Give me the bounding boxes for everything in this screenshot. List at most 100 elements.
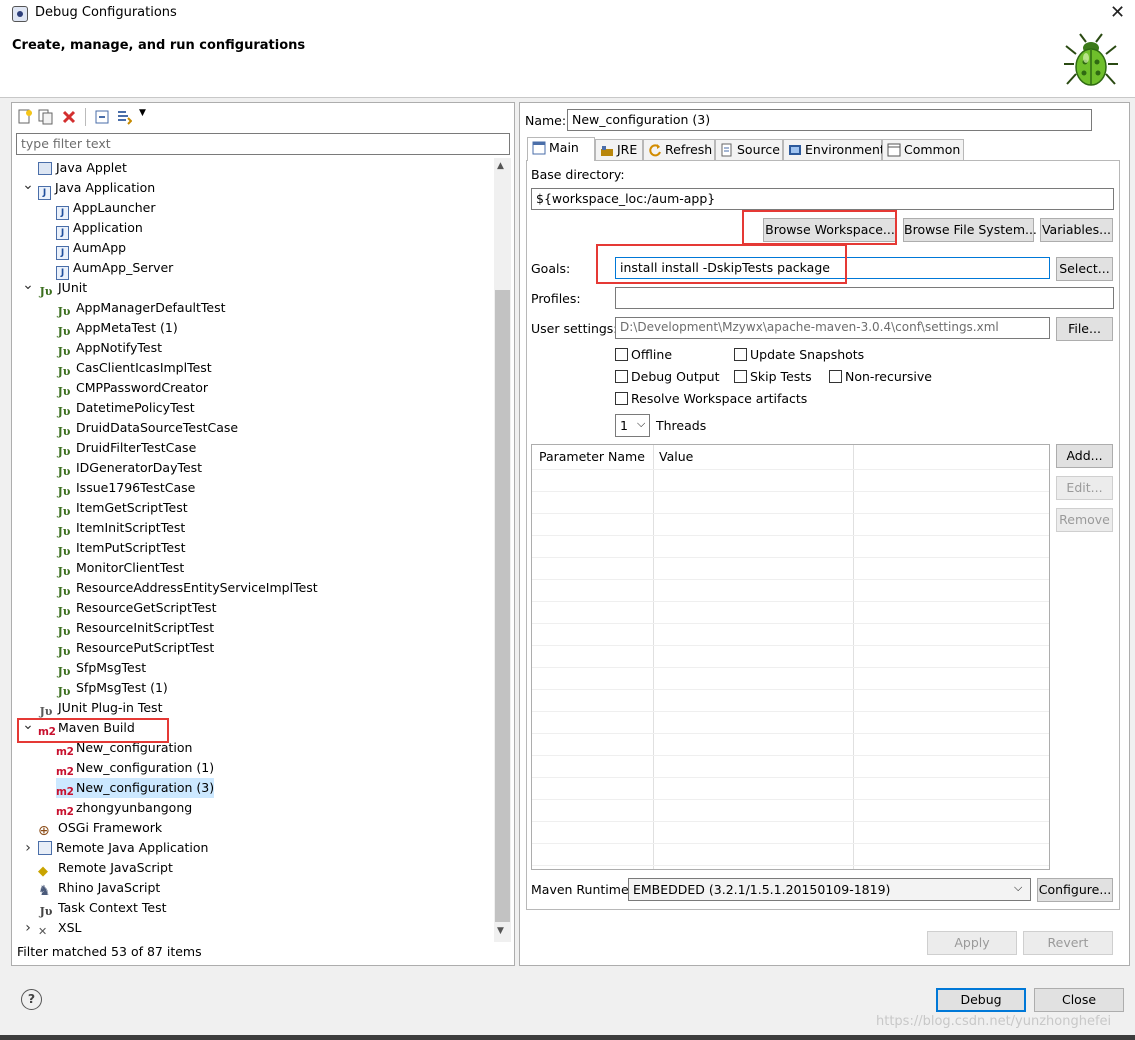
tab-source[interactable]: Source — [715, 139, 783, 160]
tree-item-label: MonitorClientTest — [76, 560, 185, 575]
collapse-chevron-icon[interactable]: › — [22, 838, 34, 858]
tree-item[interactable]: Jυ AppMetaTest (1) — [56, 318, 178, 338]
tree-item[interactable]: ⊕ OSGi Framework — [38, 818, 162, 839]
tree-item[interactable]: Jυ DruidFilterTestCase — [56, 438, 197, 458]
base-directory-field[interactable]: ${workspace_loc:/aum-app} — [531, 188, 1114, 210]
table-row-line — [532, 645, 1049, 646]
help-icon[interactable]: ? — [21, 989, 42, 1010]
tree-item[interactable]: Jυ CMPPasswordCreator — [56, 378, 209, 398]
param-header-value[interactable]: Value — [659, 449, 693, 464]
tree-item[interactable]: ◆ Remote JavaScript — [38, 858, 173, 879]
tree-item[interactable]: ⌄ Jυ JUnit — [22, 278, 87, 298]
tree-item[interactable]: Jυ SfpMsgTest (1) — [56, 678, 168, 698]
tree-item[interactable]: m2 zhongyunbangong — [56, 798, 192, 818]
goals-select-button[interactable]: Select... — [1056, 257, 1113, 281]
scroll-down-icon[interactable]: ▼ — [497, 926, 504, 936]
tree-item[interactable]: J AumApp_Server — [56, 258, 173, 280]
profiles-field[interactable] — [615, 287, 1114, 309]
edit-parameter-button[interactable]: Edit... — [1056, 476, 1113, 500]
tab-refresh[interactable]: Refresh — [643, 139, 715, 160]
user-settings-field[interactable]: D:\Development\Mzywx\apache-maven-3.0.4\… — [615, 317, 1050, 339]
collapse-all-icon[interactable] — [94, 109, 110, 125]
window-close-icon[interactable]: ✕ — [1110, 2, 1125, 23]
tree-item[interactable]: Jυ Task Context Test — [38, 898, 167, 918]
tab-environment[interactable]: Environment — [783, 139, 885, 160]
tree-item[interactable]: Jυ ItemInitScriptTest — [56, 518, 186, 538]
expand-chevron-icon[interactable]: ⌄ — [22, 718, 34, 732]
tree-item[interactable]: › ✕ XSL — [25, 918, 81, 938]
filter-dropdown-icon[interactable]: ▼ — [139, 108, 146, 118]
tree-item[interactable]: ♞ Rhino JavaScript — [38, 878, 160, 899]
tree-item[interactable]: Jυ Issue1796TestCase — [56, 478, 196, 498]
param-header-name[interactable]: Parameter Name — [539, 449, 645, 464]
tree-item[interactable]: Jυ ResourceAddressEntityServiceImplTest — [56, 578, 318, 598]
tree-item[interactable]: m2 New_configuration (3) — [56, 778, 215, 798]
new-config-icon[interactable] — [17, 109, 33, 125]
tab-jre[interactable]: JRE — [595, 139, 643, 160]
tree-scrollbar[interactable]: ▲ ▼ — [494, 158, 511, 942]
tree-item[interactable]: Jυ DruidDataSourceTestCase — [56, 418, 239, 438]
scrollbar-thumb[interactable] — [495, 290, 510, 922]
tree-item[interactable]: Jυ JUnit Plug-in Test — [38, 698, 163, 718]
tree-item[interactable]: J Application — [56, 218, 143, 240]
goals-field[interactable]: install install -DskipTests package — [615, 257, 1050, 279]
toolbar-separator — [85, 108, 86, 126]
tree-item[interactable]: Jυ IDGeneratorDayTest — [56, 458, 203, 478]
tree-item[interactable]: Jυ DatetimePolicyTest — [56, 398, 195, 418]
tab-common[interactable]: Common — [882, 139, 964, 160]
collapse-chevron-icon[interactable]: › — [22, 918, 34, 938]
parameter-table[interactable]: Parameter Name Value — [531, 444, 1050, 870]
variables-button[interactable]: Variables... — [1040, 218, 1113, 242]
debug-button[interactable]: Debug — [936, 988, 1026, 1012]
tree-item[interactable]: Jυ AppManagerDefaultTest — [56, 298, 226, 318]
tree-item[interactable]: ⌄ J Java Application — [22, 178, 155, 200]
apply-button[interactable]: Apply — [927, 931, 1017, 955]
tree-item[interactable]: Java Applet — [38, 158, 127, 178]
tree-item[interactable]: Jυ SfpMsgTest — [56, 658, 147, 678]
maven-runtime-select[interactable]: EMBEDDED (3.2.1/1.5.1.20150109-1819) ⌵ — [628, 878, 1031, 901]
tree-item[interactable]: Jυ AppNotifyTest — [56, 338, 162, 358]
add-parameter-button[interactable]: Add... — [1056, 444, 1113, 468]
expand-chevron-icon[interactable]: ⌄ — [22, 178, 34, 192]
non-recursive-checkbox[interactable]: Non-recursive — [829, 369, 932, 385]
tree-item[interactable]: ⌄ m2 Maven Build — [22, 718, 135, 738]
remove-parameter-button[interactable]: Remove — [1056, 508, 1113, 532]
expand-chevron-icon[interactable]: ⌄ — [22, 278, 34, 292]
filter-input[interactable]: type filter text — [16, 133, 510, 155]
delete-config-icon[interactable] — [61, 109, 77, 125]
close-button[interactable]: Close — [1034, 988, 1124, 1012]
scroll-up-icon[interactable]: ▲ — [497, 161, 504, 171]
tree-item[interactable]: Jυ MonitorClientTest — [56, 558, 185, 578]
revert-button[interactable]: Revert — [1023, 931, 1113, 955]
browse-file-system-button[interactable]: Browse File System... — [903, 218, 1037, 242]
tree-item[interactable]: m2 New_configuration (1) — [56, 758, 214, 778]
tree-item[interactable]: J AppLauncher — [56, 198, 156, 220]
configure-runtime-button[interactable]: Configure... — [1037, 878, 1113, 902]
name-field[interactable]: New_configuration (3) — [567, 109, 1092, 131]
tree-item[interactable]: Jυ CasClientIcasImplTest — [56, 358, 212, 378]
duplicate-config-icon[interactable] — [38, 109, 54, 125]
tree-item[interactable]: › Remote Java Application — [25, 838, 208, 858]
tree-item-label: DruidDataSourceTestCase — [76, 420, 239, 435]
tree-item[interactable]: Jυ ResourceGetScriptTest — [56, 598, 217, 618]
tree-item[interactable]: J AumApp — [56, 238, 126, 260]
skip-tests-checkbox[interactable]: Skip Tests — [734, 369, 812, 385]
resolve-workspace-checkbox[interactable]: Resolve Workspace artifacts — [615, 391, 807, 407]
filter-configs-icon[interactable] — [116, 109, 132, 125]
debug-output-checkbox[interactable]: Debug Output — [615, 369, 720, 385]
threads-select[interactable]: 1 ⌵ — [615, 414, 650, 437]
table-row-line — [532, 865, 1049, 866]
configuration-tree: Java Applet ⌄ J Java Application J AppLaunche… — [12, 158, 494, 942]
tree-item[interactable]: m2 New_configuration — [56, 738, 192, 758]
tree-item[interactable]: Jυ ItemGetScriptTest — [56, 498, 188, 518]
tree-item[interactable]: Jυ ResourcePutScriptTest — [56, 638, 215, 658]
offline-checkbox[interactable]: Offline — [615, 347, 672, 363]
tree-item-label: CMPPasswordCreator — [76, 380, 209, 395]
browse-workspace-button[interactable]: Browse Workspace... — [763, 218, 897, 242]
tree-item[interactable]: Jυ ResourceInitScriptTest — [56, 618, 215, 638]
tab-main[interactable]: Main — [527, 137, 595, 161]
title-bar: Debug Configurations ✕ — [0, 0, 1135, 28]
update-snapshots-checkbox[interactable]: Update Snapshots — [734, 347, 864, 363]
user-settings-file-button[interactable]: File... — [1056, 317, 1113, 341]
tree-item[interactable]: Jυ ItemPutScriptTest — [56, 538, 186, 558]
